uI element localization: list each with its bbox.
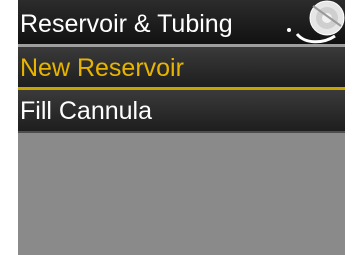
menu-item-fill-cannula[interactable]: Fill Cannula: [18, 90, 345, 133]
menu-item-new-reservoir[interactable]: New Reservoir: [18, 47, 345, 90]
screen-title: Reservoir & Tubing: [20, 10, 233, 38]
reservoir-tubing-icon: [283, 0, 345, 47]
menu-item-label: New Reservoir: [20, 54, 184, 82]
menu-list: New Reservoir Fill Cannula: [18, 47, 345, 133]
pump-screen: Reservoir & Tubing New Reservoir Fill Ca…: [18, 0, 345, 255]
menu-item-label: Fill Cannula: [20, 97, 153, 125]
screen-header: Reservoir & Tubing: [18, 0, 345, 47]
